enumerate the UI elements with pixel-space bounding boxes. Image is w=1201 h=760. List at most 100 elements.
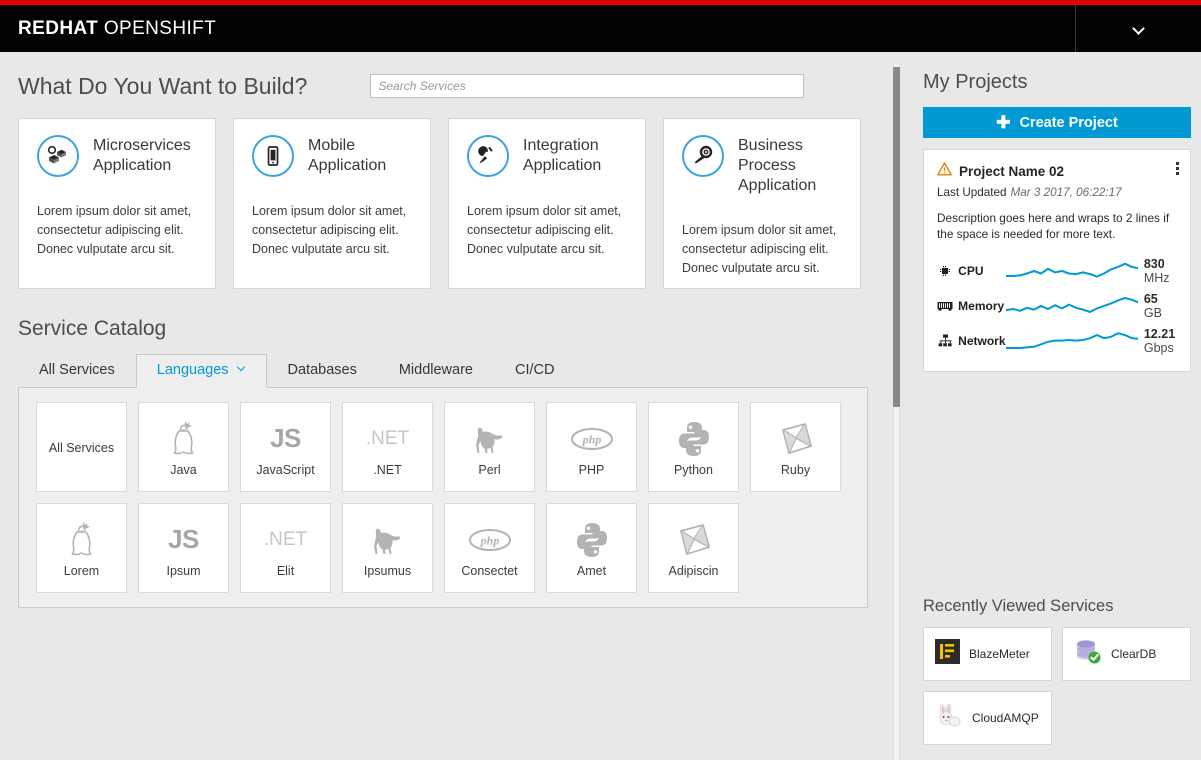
tab-label: Languages [156, 362, 229, 378]
tile-label: Ipsumus [363, 563, 412, 578]
tab-label: Databases [287, 362, 357, 378]
tile-label: Consectet [461, 563, 518, 578]
catalog-tile-php[interactable]: php PHP [546, 402, 637, 492]
catalog-tile-lorem[interactable]: Lorem [36, 503, 127, 593]
project-updated: Last Updated Mar 3 2017, 06:22:17 [937, 186, 1177, 199]
tab-cicd[interactable]: CI/CD [494, 354, 575, 388]
catalog-title: Service Catalog [18, 317, 167, 340]
search-wrapper [370, 74, 805, 98]
create-project-button[interactable]: ✚ Create Project [923, 107, 1191, 138]
tab-label: Middleware [398, 362, 473, 378]
catalog-tile-ruby[interactable]: Ruby [750, 402, 841, 492]
build-cards-row: Microservices Application Lorem ipsum do… [0, 101, 884, 289]
user-menu-button[interactable] [1075, 5, 1201, 52]
metric-network: Network 12.21 Gbps [937, 323, 1177, 358]
catalog-tile-adipiscin[interactable]: Adipiscin [648, 503, 739, 593]
build-section-header: What Do You Want to Build? [0, 52, 884, 101]
recent-service-label: ClearDB [1111, 647, 1157, 661]
tile-label: All Services [48, 440, 115, 455]
dotnet-text-logo: .NET [365, 427, 410, 449]
catalog-tile-ipsum[interactable]: JS Ipsum [138, 503, 229, 593]
catalog-tile-amet[interactable]: Amet [546, 503, 637, 593]
catalog-tile-perl[interactable]: Perl [444, 402, 535, 492]
wrench-gear-icon [682, 135, 724, 177]
tile-label: Perl [478, 462, 501, 477]
build-card-description: Lorem ipsum dolor sit amet, consectetur … [37, 204, 192, 256]
java-duke-icon [65, 518, 99, 562]
metric-unit: GB [1143, 305, 1162, 320]
svg-text:php: php [581, 432, 601, 446]
brand-redhat: REDHAT [18, 17, 99, 39]
tile-label: JavaScript [256, 462, 315, 477]
cpu-sparkline-chart [1005, 257, 1138, 285]
cpu-chip-icon [937, 264, 953, 278]
tab-label: CI/CD [515, 362, 555, 378]
tab-middleware[interactable]: Middleware [378, 354, 494, 388]
catalog-tile-dotnet[interactable]: .NET .NET [342, 402, 433, 492]
recent-service-label: BlazeMeter [969, 647, 1030, 661]
build-card-title: Integration Application [523, 137, 602, 174]
cloudamqp-rabbit-icon [935, 703, 963, 734]
tile-label: Lorem [63, 563, 100, 578]
project-updated-label: Last Updated [937, 186, 1007, 199]
catalog-tile-java[interactable]: Java [138, 402, 229, 492]
catalog-tile-ipsumus[interactable]: Ipsumus [342, 503, 433, 593]
build-card-description: Lorem ipsum dolor sit amet, consectetur … [682, 223, 837, 275]
right-sidebar: My Projects ✚ Create Project Project Nam… [906, 52, 1201, 760]
memory-sparkline-chart [1005, 292, 1138, 320]
project-description: Description goes here and wraps to 2 lin… [937, 211, 1170, 241]
catalog-tabs: All Services Languages Databases Middlew… [18, 354, 868, 388]
metric-cpu: CPU 830 MHz [937, 253, 1177, 288]
metric-memory: Memory 65 GB [937, 288, 1177, 323]
build-card-business-process[interactable]: Business Process Application Lorem ipsum… [663, 118, 861, 289]
catalog-tile-grid: All Services Java JS JavaScript .NET .NE… [36, 402, 867, 593]
catalog-tile-python[interactable]: Python [648, 402, 739, 492]
tile-label: Elit [276, 563, 295, 578]
tile-label: Amet [576, 563, 607, 578]
build-card-description: Lorem ipsum dolor sit amet, consectetur … [467, 204, 622, 256]
perl-camel-icon [368, 518, 408, 562]
tab-databases[interactable]: Databases [267, 354, 378, 388]
network-hub-icon [937, 334, 953, 347]
metric-value-memory: 65 GB [1138, 292, 1177, 320]
warning-triangle-icon [937, 162, 952, 181]
power-plug-icon [467, 135, 509, 177]
build-card-title: Business Process Application [738, 137, 817, 194]
svg-text:php: php [479, 533, 499, 547]
recent-service-blazemeter[interactable]: BlazeMeter [923, 627, 1052, 681]
search-input[interactable] [370, 74, 805, 98]
tile-label: Adipiscin [668, 563, 719, 578]
metric-value-network: 12.21 Gbps [1138, 327, 1177, 355]
catalog-tile-javascript[interactable]: JS JavaScript [240, 402, 331, 492]
tab-all-services[interactable]: All Services [18, 354, 136, 388]
mobile-phone-icon [252, 135, 294, 177]
catalog-tile-consectet[interactable]: php Consectet [444, 503, 535, 593]
metric-value: 830 [1143, 256, 1165, 271]
tile-label: Python [674, 462, 713, 477]
build-card-description: Lorem ipsum dolor sit amet, consectetur … [252, 204, 407, 256]
kebab-menu-icon[interactable] [1176, 162, 1179, 175]
project-name: Project Name 02 [959, 164, 1065, 179]
catalog-tile-elit[interactable]: .NET Elit [240, 503, 331, 593]
build-card-integration[interactable]: Integration Application Lorem ipsum dolo… [448, 118, 646, 289]
tile-label: Ruby [780, 462, 811, 477]
recent-service-cleardb[interactable]: ClearDB [1062, 627, 1191, 681]
metric-unit: MHz [1143, 270, 1170, 285]
masthead: REDHAT OPENSHIFT [0, 5, 1201, 52]
recent-service-cloudamqp[interactable]: CloudAMQP [923, 691, 1052, 745]
build-card-microservices[interactable]: Microservices Application Lorem ipsum do… [18, 118, 216, 289]
js-text-logo: JS [168, 524, 199, 554]
brand-logo[interactable]: REDHAT OPENSHIFT [0, 18, 216, 40]
scrollbar-thumb[interactable] [893, 67, 900, 407]
project-card[interactable]: Project Name 02 Last Updated Mar 3 2017, … [923, 149, 1191, 372]
build-card-mobile[interactable]: Mobile Application Lorem ipsum dolor sit… [233, 118, 431, 289]
metric-value: 65 [1143, 291, 1158, 306]
metric-label: Network [958, 333, 1006, 348]
metric-label: Memory [958, 298, 1005, 313]
tab-languages[interactable]: Languages [135, 354, 267, 388]
catalog-tile-all-services[interactable]: All Services [36, 402, 127, 492]
chevron-down-icon [1133, 23, 1144, 34]
main-scrollbar[interactable] [884, 52, 906, 760]
metric-unit: Gbps [1143, 340, 1174, 355]
metric-value-cpu: 830 MHz [1138, 257, 1177, 285]
